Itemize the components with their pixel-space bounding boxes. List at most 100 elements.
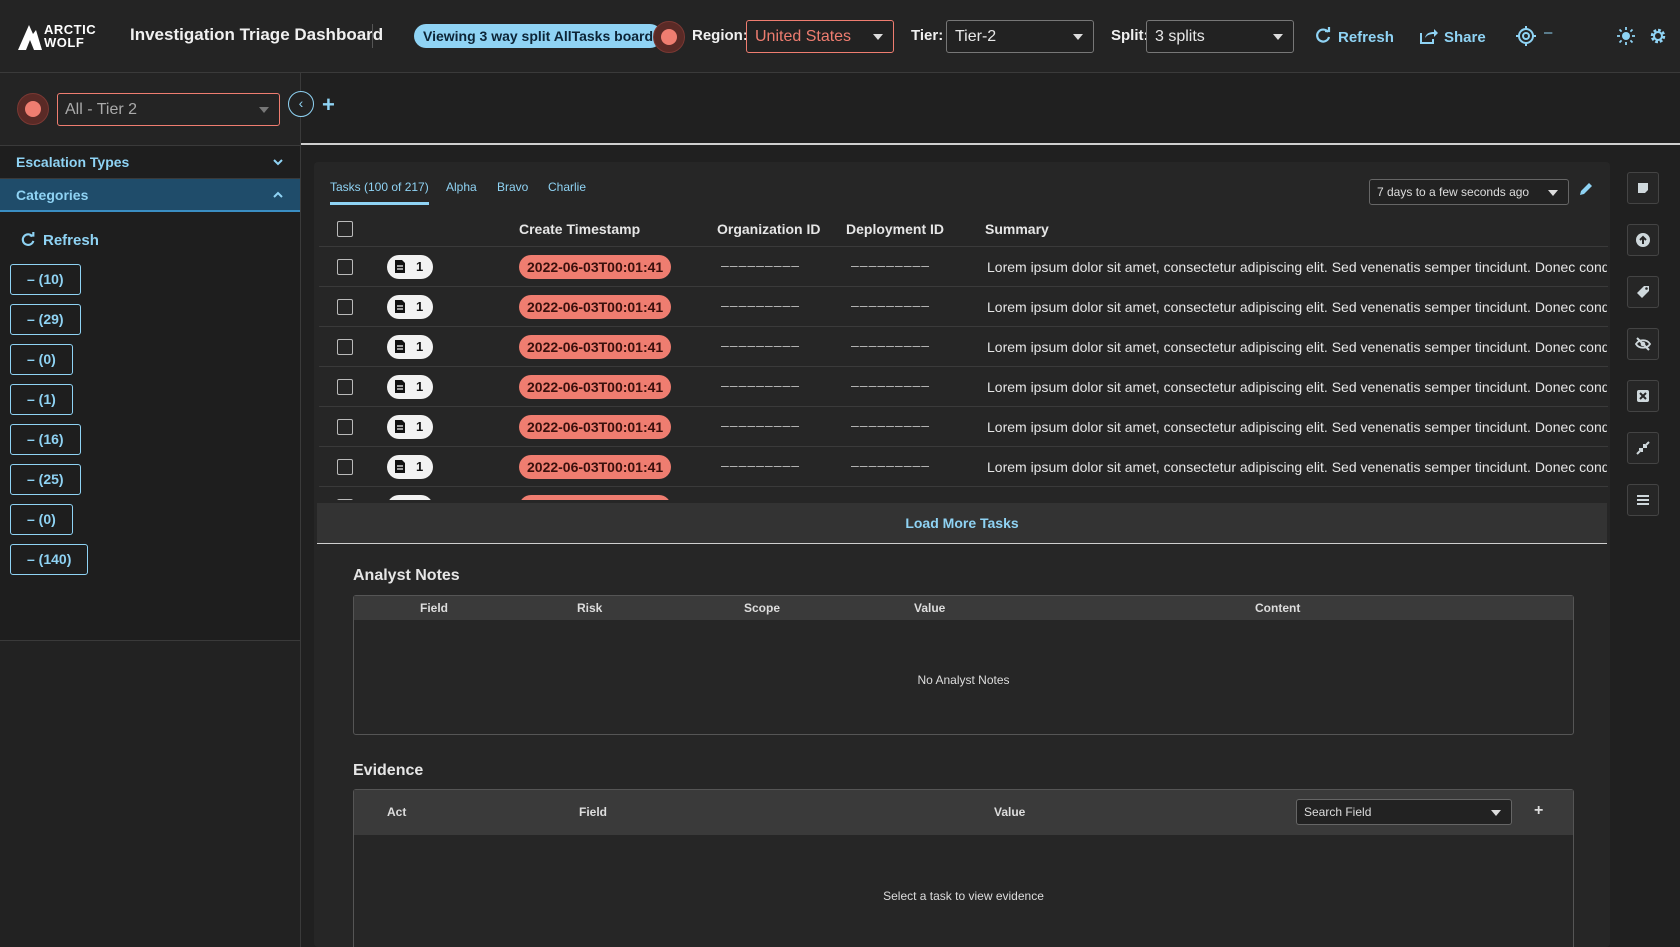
table-row[interactable]: 1 2022-06-03T00:01:41 ––––––––– ––––––––– Lo… (319, 406, 1608, 446)
timestamp-badge: 2022-06-03T00:01:41 (519, 255, 672, 279)
notes-panel-button[interactable] (1627, 172, 1659, 204)
date-range-value: 7 days to a few seconds ago (1377, 185, 1530, 199)
table-header: Create Timestamp Organization ID Deploym… (319, 210, 1608, 246)
table-header: Act Field Value Search Field + (354, 790, 1573, 835)
chevron-left-icon: ‹ (298, 95, 304, 111)
column-header[interactable]: Create Timestamp (519, 221, 640, 237)
category-button[interactable]: – (16) (10, 424, 81, 455)
chevron-down-icon (1548, 190, 1558, 196)
column-header[interactable]: Organization ID (717, 221, 820, 237)
settings-button[interactable] (1649, 27, 1667, 48)
row-checkbox[interactable] (337, 259, 353, 275)
upload-button[interactable] (1627, 224, 1659, 256)
menu-dash: – (1544, 24, 1553, 41)
table-row[interactable]: 1 2022-06-03T00:01:41 ––––––––– ––––––––– Lo… (319, 446, 1608, 486)
table-row[interactable]: 1 2022-06-03T00:01:41 ––––––––– ––––––––– Lo… (319, 366, 1608, 406)
table-row[interactable]: 1 2022-06-03T00:01:41 ––––––––– ––––––––– Lo… (319, 286, 1608, 326)
document-icon (395, 420, 405, 433)
split-select[interactable]: 3 splits (1146, 20, 1294, 53)
row-checkbox[interactable] (337, 299, 353, 315)
add-board-button[interactable]: + (322, 94, 335, 116)
tab-bravo[interactable]: Bravo (497, 180, 528, 194)
document-icon (395, 380, 405, 393)
tier-select[interactable]: Tier-2 (946, 20, 1094, 53)
record-indicator[interactable] (653, 21, 685, 53)
document-icon (395, 300, 405, 313)
table-header: Field Risk Scope Value Content (354, 596, 1573, 620)
attachment-count: 1 (416, 259, 424, 274)
tag-button[interactable] (1627, 276, 1659, 308)
add-evidence-button[interactable]: + (1534, 802, 1543, 820)
empty-notes-message: No Analyst Notes (917, 673, 1010, 687)
attachment-count-badge[interactable]: 1 (387, 255, 433, 279)
tab-charlie[interactable]: Charlie (548, 180, 586, 194)
column-header[interactable]: Scope (744, 601, 780, 615)
column-header[interactable]: Content (1255, 601, 1300, 615)
category-button[interactable]: – (0) (10, 504, 73, 535)
row-checkbox[interactable] (337, 419, 353, 435)
date-range-select[interactable]: 7 days to a few seconds ago (1369, 179, 1569, 205)
accordion-escalation-types[interactable]: Escalation Types (0, 146, 300, 179)
target-menu-button[interactable]: – (1516, 24, 1552, 49)
table-row[interactable]: 1 2022-06-03T00:01:41 ––––––––– ––––––––– Lo… (319, 326, 1608, 366)
tier-filter-select[interactable]: All - Tier 2 (57, 93, 280, 126)
table-row[interactable]: 1 2022-06-03T00:01:41 ––––––––– ––––––––– Lo… (319, 486, 1608, 500)
column-header[interactable]: Deployment ID (846, 221, 944, 237)
tab-tasks[interactable]: Tasks (100 of 217) (330, 180, 429, 205)
column-header[interactable]: Value (994, 805, 1025, 819)
deployment-id: ––––––––– (851, 377, 931, 393)
category-button[interactable]: – (25) (10, 464, 81, 495)
row-checkbox[interactable] (337, 379, 353, 395)
category-button[interactable]: – (140) (10, 544, 89, 575)
categories-refresh-button[interactable]: Refresh (20, 232, 99, 249)
row-checkbox[interactable] (337, 499, 353, 500)
attachment-count-badge[interactable]: 1 (387, 335, 433, 359)
task-summary: Lorem ipsum dolor sit amet, consectetur … (987, 419, 1607, 435)
theme-toggle-button[interactable] (1617, 27, 1635, 48)
column-header[interactable]: Field (420, 601, 448, 615)
category-button[interactable]: – (10) (10, 264, 81, 295)
chevron-down-icon (1273, 34, 1283, 40)
timestamp-badge: 2022-06-03T00:01:41 (519, 335, 672, 359)
attachment-count-badge[interactable]: 1 (387, 495, 433, 500)
search-field-select[interactable]: Search Field (1296, 799, 1512, 825)
category-button[interactable]: – (29) (10, 304, 81, 335)
table-row[interactable]: 1 2022-06-03T00:01:41 ––––––––– ––––––––– Lo… (319, 246, 1608, 286)
refresh-button[interactable]: Refresh (1314, 27, 1394, 46)
task-panel: Tasks (100 of 217) Alpha Bravo Charlie 7… (314, 162, 1610, 947)
menu-button[interactable] (1627, 484, 1659, 516)
select-all-checkbox[interactable] (337, 221, 353, 237)
load-more-button[interactable]: Load More Tasks (317, 503, 1607, 544)
region-select[interactable]: United States (746, 20, 894, 53)
column-header[interactable]: Value (914, 601, 945, 615)
row-checkbox[interactable] (337, 339, 353, 355)
record-indicator[interactable] (17, 93, 49, 125)
task-summary: Lorem ipsum dolor sit amet, consectetur … (987, 459, 1607, 475)
hide-button[interactable] (1627, 328, 1659, 360)
share-button[interactable]: Share (1419, 27, 1486, 46)
row-checkbox[interactable] (337, 459, 353, 475)
task-summary: Lorem ipsum dolor sit amet, consectetur … (987, 339, 1607, 355)
attachment-count-badge[interactable]: 1 (387, 375, 433, 399)
accordion-categories[interactable]: Categories (0, 179, 300, 212)
timestamp-badge: 2022-06-03T00:01:41 (519, 295, 672, 319)
attachment-count-badge[interactable]: 1 (387, 455, 433, 479)
document-icon (395, 460, 405, 473)
attachment-count-badge[interactable]: 1 (387, 415, 433, 439)
close-task-button[interactable] (1627, 380, 1659, 412)
collapse-button[interactable] (1627, 432, 1659, 464)
arctic-wolf-logo[interactable]: ARCTIC WOLF (16, 20, 96, 54)
hamburger-icon (1637, 495, 1649, 505)
chevron-down-icon (873, 34, 883, 40)
column-header[interactable]: Act (387, 805, 406, 819)
attachment-count-badge[interactable]: 1 (387, 295, 433, 319)
column-header[interactable]: Risk (577, 601, 602, 615)
category-button[interactable]: – (0) (10, 344, 73, 375)
category-button[interactable]: – (1) (10, 384, 73, 415)
collapse-sidebar-button[interactable]: ‹ (288, 91, 314, 117)
column-header[interactable]: Field (579, 805, 607, 819)
edit-button[interactable] (1578, 181, 1594, 200)
document-icon (394, 499, 406, 500)
tab-alpha[interactable]: Alpha (446, 180, 477, 194)
column-header[interactable]: Summary (985, 221, 1049, 237)
